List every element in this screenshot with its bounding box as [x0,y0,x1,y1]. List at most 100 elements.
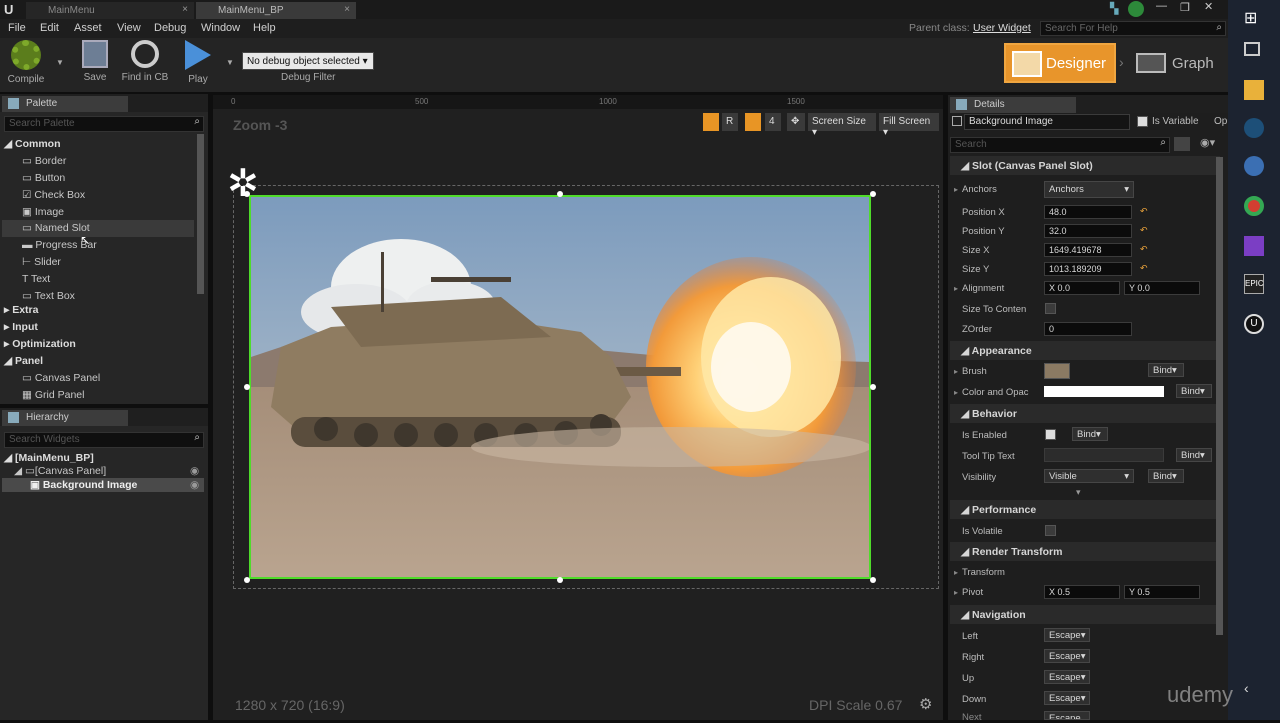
resize-handle[interactable] [557,191,563,197]
palette-item-text-box[interactable]: ▭ Text Box [22,290,75,302]
brush-thumbnail[interactable] [1044,363,1070,379]
resize-handle[interactable] [870,384,876,390]
resize-handle[interactable] [870,577,876,583]
play-options-icon[interactable]: ▼ [226,58,234,67]
category-common[interactable]: ◢ Common [4,138,61,150]
visibility-bind-button[interactable]: Bind▾ [1148,469,1184,483]
menu-window[interactable]: Window [201,22,240,34]
maximize-icon[interactable]: ❐ [1180,1,1190,14]
browser-icon[interactable] [1244,156,1264,176]
palette-item-slider[interactable]: ⊢ Slider [22,256,61,268]
slot-section[interactable]: ◢ Slot (Canvas Panel Slot) [950,156,1220,175]
property-matrix-icon[interactable] [1174,137,1190,151]
nav-down-select[interactable]: Escape▾ [1044,691,1090,705]
nav-left-select[interactable]: Escape▾ [1044,628,1090,642]
visual-studio-icon[interactable] [1244,236,1264,256]
expand-icon[interactable]: ▸ [954,388,958,397]
designer-canvas[interactable]: 0 500 1000 1500 Zoom -3 R 4 ✥ Screen Siz… [213,95,943,720]
menu-help[interactable]: Help [253,22,276,34]
transform-icon[interactable]: ✥ [787,113,805,131]
eye-icon[interactable]: ◉ [190,479,199,491]
size-to-content-checkbox[interactable] [1045,303,1056,314]
debug-object-select[interactable]: No debug object selected ▾ [242,52,374,70]
chrome-icon[interactable] [1244,196,1264,216]
graph-button[interactable]: Graph [1132,43,1226,83]
is-volatile-checkbox[interactable] [1045,525,1056,536]
steam-icon[interactable] [1244,118,1264,138]
resize-handle[interactable] [557,577,563,583]
palette-search-input[interactable]: Search Palette ⌕ [4,116,204,132]
hierarchy-background-image[interactable]: ▣ Background Image [30,479,137,491]
visibility-select[interactable]: Visible ▾ [1044,469,1134,483]
tab-mainmenu-bp[interactable]: MainMenu_BP × [196,2,356,19]
background-image-widget[interactable] [249,195,871,579]
size-y-field[interactable]: 1013.189209 [1044,262,1132,276]
eye-icon[interactable]: ◉▾ [1200,136,1215,149]
category-input[interactable]: ▸ Input [4,321,38,333]
resize-handle[interactable] [870,191,876,197]
expand-icon[interactable]: ▸ [954,568,958,577]
enabled-bind-button[interactable]: Bind▾ [1072,427,1108,441]
render-transform-section[interactable]: ◢ Render Transform [950,542,1220,561]
close-icon[interactable]: × [182,4,188,15]
reset-arrow-icon[interactable]: ↶ [1140,206,1148,217]
pivot-x-field[interactable]: X 0.5 [1044,585,1120,599]
alignment-x-field[interactable]: X 0.0 [1044,281,1120,295]
reset-arrow-icon[interactable]: ↶ [1140,225,1148,236]
reset-arrow-icon[interactable]: ↶ [1140,263,1148,274]
compile-options-icon[interactable]: ▼ [56,58,64,67]
color-swatch[interactable] [1044,386,1164,397]
play-button[interactable]: Play [180,40,216,85]
palette-scrollbar[interactable] [197,134,204,294]
color-bind-button[interactable]: Bind▾ [1176,384,1212,398]
file-explorer-icon[interactable] [1244,80,1264,100]
anchors-select[interactable]: Anchors ▾ [1044,181,1134,198]
navigation-section[interactable]: ◢ Navigation [950,605,1220,624]
palette-item-check-box[interactable]: ☑ Check Box [22,189,85,201]
nav-right-select[interactable]: Escape▾ [1044,649,1090,663]
close-window-icon[interactable]: ✕ [1204,0,1213,13]
tooltip-bind-button[interactable]: Bind▾ [1176,448,1212,462]
details-tab[interactable]: Details [950,97,1076,113]
gear-icon[interactable]: ⚙ [919,695,932,713]
compile-button[interactable]: Compile [4,40,48,85]
expand-icon[interactable]: ▸ [954,284,958,293]
palette-item-text[interactable]: T Text [22,273,50,285]
resize-handle[interactable] [244,577,250,583]
details-search-input[interactable]: Search ⌕ [950,137,1170,153]
eye-icon[interactable]: ◉ [190,465,199,477]
widget-name-input[interactable]: Background Image [964,114,1130,130]
nav-up-select[interactable]: Escape▾ [1044,670,1090,684]
resize-handle[interactable] [244,191,250,197]
resize-handle[interactable] [244,384,250,390]
expand-icon[interactable]: ▸ [954,367,958,376]
brush-bind-button[interactable]: Bind▾ [1148,363,1184,377]
position-y-field[interactable]: 32.0 [1044,224,1132,238]
fill-screen-select[interactable]: Fill Screen ▾ [879,113,939,138]
save-button[interactable]: Save [78,40,112,83]
behavior-section[interactable]: ◢ Behavior [950,404,1220,423]
find-in-cb-button[interactable]: Find in CB [118,40,172,83]
parent-class-link[interactable]: User Widget [973,22,1031,34]
reset-arrow-icon[interactable]: ↶ [1140,244,1148,255]
windows-start-icon[interactable]: ⊞ [1244,8,1264,28]
hierarchy-canvas-panel[interactable]: ◢ ▭[Canvas Panel] [14,465,106,477]
expand-icon[interactable]: ▸ [954,185,958,194]
palette-tab[interactable]: Palette [2,96,128,112]
palette-item-border[interactable]: ▭ Border [22,155,66,167]
palette-item-canvas-panel[interactable]: ▭ Canvas Panel [22,372,100,384]
layout-mode-icon[interactable] [703,113,719,131]
palette-item-button[interactable]: ▭ Button [22,172,65,184]
help-search-input[interactable]: Search For Help ⌕ [1040,21,1226,36]
nav-next-select[interactable]: Escape [1044,711,1090,720]
minimize-icon[interactable]: — [1156,0,1167,12]
menu-edit[interactable]: Edit [40,22,59,34]
category-optimization[interactable]: ▸ Optimization [4,338,76,350]
size-x-field[interactable]: 1649.419678 [1044,243,1132,257]
zorder-field[interactable]: 0 [1044,322,1132,336]
tab-mainmenu[interactable]: MainMenu × [26,2,194,19]
details-scrollbar[interactable] [1216,157,1223,635]
screen-size-select[interactable]: Screen Size ▾ [808,113,876,138]
position-x-field[interactable]: 48.0 [1044,205,1132,219]
show-hidden-icons[interactable]: ‹ [1244,680,1264,700]
